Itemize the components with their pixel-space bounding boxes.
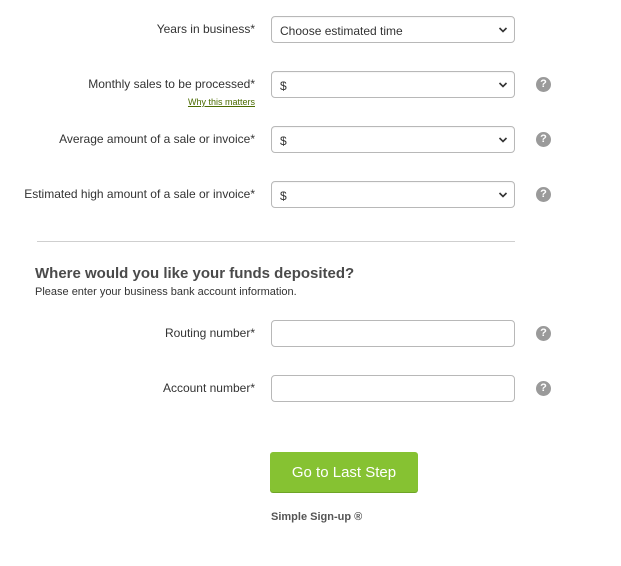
years-in-business-label: Years in business*	[156, 22, 255, 36]
help-icon[interactable]: ?	[536, 326, 551, 341]
account-number-row: Account number* ?	[0, 375, 621, 403]
help-icon[interactable]: ?	[536, 187, 551, 202]
simple-signup-note: Simple Sign-up ®	[271, 511, 363, 523]
years-in-business-select[interactable]: Choose estimated time	[271, 16, 515, 43]
why-this-matters-link[interactable]: Why this matters	[188, 97, 255, 107]
chevron-down-icon	[498, 192, 508, 198]
help-icon[interactable]: ?	[536, 77, 551, 92]
monthly-sales-label: Monthly sales to be processed*	[88, 77, 255, 91]
chevron-down-icon	[498, 27, 508, 33]
high-sale-label: Estimated high amount of a sale or invoi…	[24, 187, 255, 201]
chevron-down-icon	[498, 137, 508, 143]
high-sale-row: Estimated high amount of a sale or invoi…	[0, 181, 621, 209]
routing-number-row: Routing number* ?	[0, 320, 621, 348]
years-in-business-row: Years in business* Choose estimated time	[0, 16, 621, 44]
average-sale-row: Average amount of a sale or invoice* $ ?	[0, 126, 621, 154]
routing-number-label: Routing number*	[164, 326, 255, 340]
help-icon[interactable]: ?	[536, 132, 551, 147]
high-sale-value: $	[280, 189, 287, 203]
monthly-sales-select[interactable]: $	[271, 71, 515, 98]
high-sale-select[interactable]: $	[271, 181, 515, 208]
average-sale-select[interactable]: $	[271, 126, 515, 153]
chevron-down-icon	[498, 82, 508, 88]
help-icon[interactable]: ?	[536, 381, 551, 396]
deposit-section-subtitle: Please enter your business bank account …	[35, 286, 297, 298]
monthly-sales-value: $	[280, 79, 287, 93]
routing-number-input[interactable]	[271, 320, 515, 347]
section-divider	[37, 241, 515, 242]
average-sale-label: Average amount of a sale or invoice*	[59, 132, 255, 146]
years-in-business-value: Choose estimated time	[280, 24, 403, 38]
monthly-sales-row: Monthly sales to be processed* Why this …	[0, 71, 621, 107]
account-number-input[interactable]	[271, 375, 515, 402]
account-number-label: Account number*	[162, 381, 255, 395]
deposit-section-title: Where would you like your funds deposite…	[35, 265, 355, 282]
go-to-last-step-button[interactable]: Go to Last Step	[270, 452, 418, 492]
average-sale-value: $	[280, 134, 287, 148]
